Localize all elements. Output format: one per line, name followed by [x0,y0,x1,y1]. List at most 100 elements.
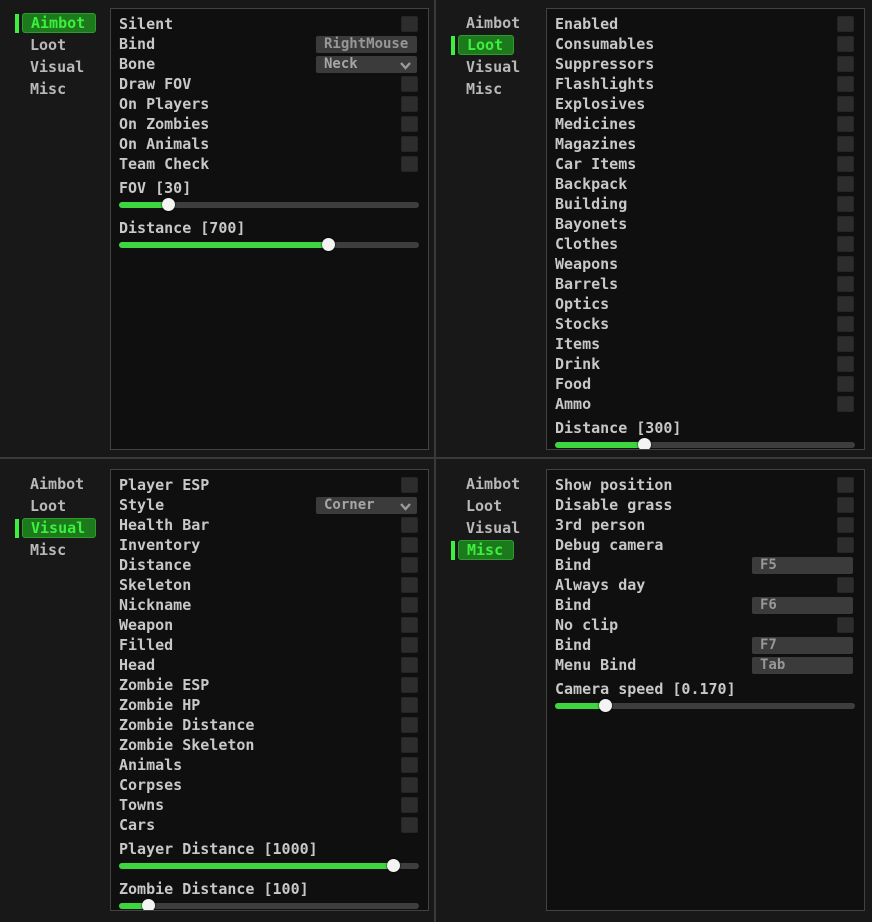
style-select[interactable]: Corner [316,497,417,514]
filled-checkbox[interactable] [401,637,418,653]
debug-camera-checkbox[interactable] [837,537,854,553]
tab-visual[interactable]: Visual [436,517,546,539]
slider-thumb[interactable] [322,238,335,251]
on-animals-checkbox[interactable] [401,136,418,152]
tab-label: Aimbot [466,475,520,493]
distance-300-slider-track[interactable] [555,442,855,448]
show-position-checkbox[interactable] [837,477,854,493]
tab-visual[interactable]: Visual [436,56,546,78]
weapon-checkbox[interactable] [401,617,418,633]
zombie-skeleton-checkbox[interactable] [401,737,418,753]
tab-misc[interactable]: Misc [436,78,546,100]
zombie-distance-checkbox[interactable] [401,717,418,733]
tab-loot[interactable]: Loot [0,34,110,56]
tab-visual[interactable]: Visual [0,56,110,78]
building-checkbox[interactable] [837,196,854,212]
car-items-checkbox[interactable] [837,156,854,172]
on-zombies-checkbox[interactable] [401,116,418,132]
fov-30-slider-track[interactable] [119,202,419,208]
row-label: Weapons [555,254,618,274]
draw-fov-checkbox[interactable] [401,76,418,92]
animals-checkbox[interactable] [401,757,418,773]
no-clip-checkbox[interactable] [837,617,854,633]
row-medicines: Medicines [555,114,856,134]
zombie-distance-100-slider-track[interactable] [119,903,419,909]
slider-thumb[interactable] [599,699,612,712]
weapons-checkbox[interactable] [837,256,854,272]
tab-loot[interactable]: Loot [436,495,546,517]
3rd-person-checkbox[interactable] [837,517,854,533]
health-bar-checkbox[interactable] [401,517,418,533]
slider-fill [555,442,645,448]
tab-misc[interactable]: Misc [436,539,546,561]
keybind-button-f7[interactable]: F7 [752,637,853,654]
row-enabled: Enabled [555,14,856,34]
inventory-checkbox[interactable] [401,537,418,553]
tab-visual[interactable]: Visual [0,517,110,539]
slider-thumb[interactable] [162,198,175,211]
tab-aimbot[interactable]: Aimbot [0,12,110,34]
explosives-checkbox[interactable] [837,96,854,112]
zombie-esp-checkbox[interactable] [401,677,418,693]
bone-select[interactable]: Neck [316,56,417,73]
on-players-checkbox[interactable] [401,96,418,112]
backpack-checkbox[interactable] [837,176,854,192]
keybind-button-tab[interactable]: Tab [752,657,853,674]
enabled-checkbox[interactable] [837,16,854,32]
stocks-checkbox[interactable] [837,316,854,332]
ammo-checkbox[interactable] [837,396,854,412]
always-day-checkbox[interactable] [837,577,854,593]
slider-thumb[interactable] [387,859,400,872]
suppressors-checkbox[interactable] [837,56,854,72]
tab-loot[interactable]: Loot [0,495,110,517]
clothes-checkbox[interactable] [837,236,854,252]
keybind-button-f5[interactable]: F5 [752,557,853,574]
magazines-checkbox[interactable] [837,136,854,152]
tab-aimbot[interactable]: Aimbot [436,473,546,495]
row-bind: Bind F7 [555,635,856,655]
consumables-checkbox[interactable] [837,36,854,52]
medicines-checkbox[interactable] [837,116,854,132]
disable-grass-checkbox[interactable] [837,497,854,513]
row-magazines: Magazines [555,134,856,154]
tab-loot[interactable]: Loot [436,34,546,56]
towns-checkbox[interactable] [401,797,418,813]
player-esp-checkbox[interactable] [401,477,418,493]
row-stocks: Stocks [555,314,856,334]
tab-misc[interactable]: Misc [0,539,110,561]
keybind-button-rightmouse[interactable]: RightMouse [316,36,417,53]
slider-fill [119,863,394,869]
distance-700-slider-track[interactable] [119,242,419,248]
corpses-checkbox[interactable] [401,777,418,793]
barrels-checkbox[interactable] [837,276,854,292]
sidebar-visual: AimbotLootVisualMisc [0,473,110,561]
cars-checkbox[interactable] [401,817,418,833]
slider-thumb[interactable] [638,438,651,450]
silent-checkbox[interactable] [401,16,418,32]
items-checkbox[interactable] [837,336,854,352]
camera-speed-0-170-slider-track[interactable] [555,703,855,709]
distance-checkbox[interactable] [401,557,418,573]
nickname-checkbox[interactable] [401,597,418,613]
skeleton-checkbox[interactable] [401,577,418,593]
food-checkbox[interactable] [837,376,854,392]
tab-aimbot[interactable]: Aimbot [0,473,110,495]
row-filled: Filled [119,635,420,655]
drink-checkbox[interactable] [837,356,854,372]
bayonets-checkbox[interactable] [837,216,854,232]
keybind-button-f6[interactable]: F6 [752,597,853,614]
head-checkbox[interactable] [401,657,418,673]
active-tab-indicator [15,519,19,538]
row-label: Medicines [555,114,636,134]
flashlights-checkbox[interactable] [837,76,854,92]
player-distance-1000-slider-track[interactable] [119,863,419,869]
tab-misc[interactable]: Misc [0,78,110,100]
row-label: On Zombies [119,114,209,134]
slider-thumb[interactable] [142,899,155,911]
tab-aimbot[interactable]: Aimbot [436,12,546,34]
zombie-hp-checkbox[interactable] [401,697,418,713]
row-label: Bind [555,635,591,655]
row-label: Distance [119,555,191,575]
optics-checkbox[interactable] [837,296,854,312]
team-check-checkbox[interactable] [401,156,418,172]
